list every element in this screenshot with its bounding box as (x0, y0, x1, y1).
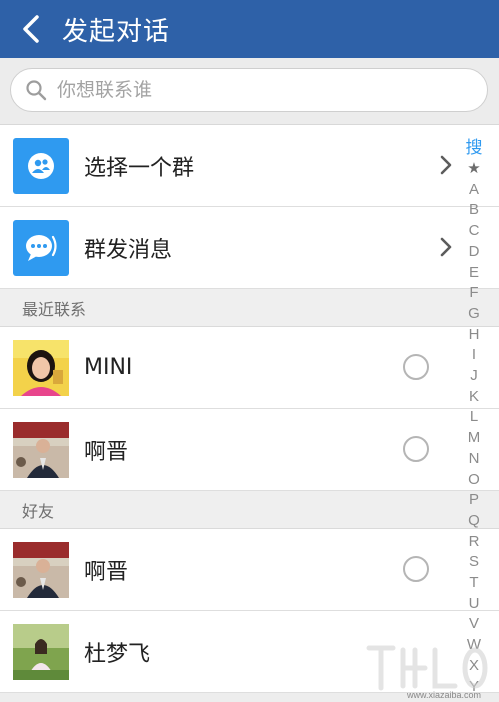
index-letter[interactable]: P (469, 490, 479, 511)
index-letter[interactable]: F (469, 283, 478, 304)
index-letter[interactable]: Q (468, 511, 480, 532)
contact-row-ajin-friend[interactable]: 啊晋 (0, 529, 499, 611)
contact-list: 选择一个群 群发消息 最近联系 MINI 啊晋 好友 啊晋 杜梦飞 (0, 125, 499, 693)
index-letter[interactable]: D (469, 242, 480, 263)
contact-name: 啊晋 (84, 439, 129, 465)
page-title: 发起对话 (62, 16, 171, 47)
index-letter[interactable]: A (469, 180, 479, 201)
alphabet-index[interactable]: 搜 ★ A B C D E F G H I J K L M N O P Q R … (463, 137, 485, 697)
avatar (13, 541, 69, 598)
index-letter[interactable]: C (469, 221, 480, 242)
contact-name: MINI (84, 355, 133, 380)
chevron-right-icon (440, 155, 452, 175)
index-letter[interactable]: V (469, 614, 479, 635)
select-group-label: 选择一个群 (84, 155, 195, 181)
select-radio[interactable] (403, 436, 429, 462)
avatar (13, 421, 69, 478)
contact-row-ajin[interactable]: 啊晋 (0, 409, 499, 491)
back-arrow-icon (23, 15, 39, 43)
index-letter[interactable]: L (470, 407, 478, 428)
watermark-logo (366, 645, 488, 691)
broadcast-message-row[interactable]: 群发消息 (0, 207, 499, 289)
group-icon (13, 137, 69, 194)
index-star[interactable]: ★ (467, 159, 480, 180)
index-letter[interactable]: B (469, 200, 479, 221)
select-radio[interactable] (403, 354, 429, 380)
index-search[interactable]: 搜 (466, 137, 483, 159)
broadcast-message-icon (13, 219, 69, 276)
contact-name: 啊晋 (84, 559, 129, 585)
index-letter[interactable]: N (469, 449, 480, 470)
index-letter[interactable]: I (472, 345, 476, 366)
search-icon (26, 80, 47, 101)
index-letter[interactable]: J (470, 366, 478, 387)
index-letter[interactable]: O (468, 470, 480, 491)
index-letter[interactable]: U (469, 594, 480, 615)
broadcast-message-label: 群发消息 (84, 237, 173, 263)
section-header-friends: 好友 (0, 491, 499, 529)
index-letter[interactable]: G (468, 304, 480, 325)
index-letter[interactable]: K (469, 387, 479, 408)
contact-row-mini[interactable]: MINI (0, 327, 499, 409)
index-letter[interactable]: S (469, 552, 479, 573)
contact-name: 杜梦飞 (84, 641, 151, 667)
select-group-row[interactable]: 选择一个群 (0, 125, 499, 207)
index-letter[interactable]: H (469, 325, 480, 346)
index-letter[interactable]: R (469, 532, 480, 553)
section-header-recent: 最近联系 (0, 289, 499, 327)
title-bar: 发起对话 (0, 0, 499, 58)
search-bar (0, 58, 499, 125)
search-box[interactable] (10, 68, 488, 112)
chevron-right-icon (440, 237, 452, 257)
avatar (13, 623, 69, 680)
back-button[interactable] (6, 0, 56, 58)
index-letter[interactable]: M (468, 428, 481, 449)
index-letter[interactable]: E (469, 263, 479, 284)
select-radio[interactable] (403, 556, 429, 582)
search-input[interactable] (55, 78, 459, 102)
avatar (13, 339, 69, 396)
index-letter[interactable]: T (469, 573, 478, 594)
watermark-url: www.xiazaiba.com (406, 690, 481, 700)
